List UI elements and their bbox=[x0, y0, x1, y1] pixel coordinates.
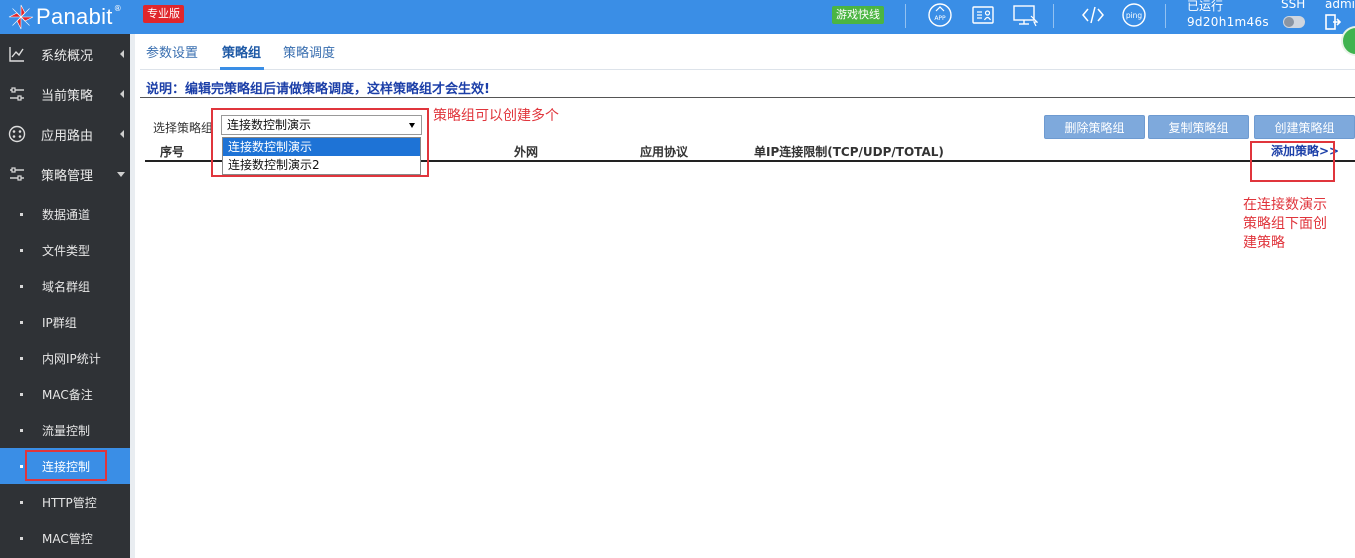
chevron-left-icon bbox=[120, 130, 124, 138]
panabit-logo-icon bbox=[8, 4, 34, 30]
sidebar-item-app-routing[interactable]: 应用路由 bbox=[0, 114, 130, 154]
sidebar-item-label: 策略管理 bbox=[41, 168, 94, 184]
sidebar-subitem-lan-ip-stats[interactable]: 内网IP统计 bbox=[0, 340, 130, 376]
admin-username[interactable]: admin bbox=[1325, 0, 1355, 11]
sidebar-subitem-mac-notes[interactable]: MAC备注 bbox=[0, 376, 130, 412]
notice-divider bbox=[140, 97, 1355, 98]
chevron-down-icon bbox=[117, 172, 125, 177]
sidebar-divider bbox=[130, 34, 135, 558]
create-policy-group-button[interactable]: 创建策略组 bbox=[1254, 115, 1355, 139]
ssh-toggle[interactable] bbox=[1283, 16, 1305, 28]
toolbar-divider bbox=[1053, 4, 1054, 28]
chevron-left-icon bbox=[120, 90, 124, 98]
sidebar-item-label: 系统概况 bbox=[41, 48, 94, 64]
active-tab-indicator bbox=[220, 67, 264, 70]
annotation-dropdown-note: 策略组可以创建多个 bbox=[433, 108, 559, 124]
column-header-seq: 序号 bbox=[160, 145, 185, 159]
sidebar-subitem-ip-group[interactable]: IP群组 bbox=[0, 304, 130, 340]
annotation-line: 策略组下面创 bbox=[1243, 216, 1327, 232]
add-policy-link[interactable]: 添加策略>> bbox=[1271, 142, 1339, 159]
annotation-line: 建策略 bbox=[1243, 235, 1285, 251]
edition-badge: 专业版 bbox=[143, 5, 184, 23]
uptime-label: 已运行 bbox=[1187, 0, 1224, 13]
game-express-badge[interactable]: 游戏快线 bbox=[832, 6, 884, 24]
column-header-wan: 外网 bbox=[514, 145, 539, 159]
tab-parameter-settings[interactable]: 参数设置 bbox=[146, 42, 198, 61]
sidebar-item-system-overview[interactable]: 系统概况 bbox=[0, 34, 130, 74]
sidebar-subitem-connection-control[interactable]: 连接控制 bbox=[0, 448, 130, 484]
logo-registered-mark: ® bbox=[113, 3, 122, 13]
logo[interactable]: Panabit ® bbox=[8, 2, 122, 32]
column-header-protocol: 应用协议 bbox=[640, 145, 689, 159]
copy-policy-group-button[interactable]: 复制策略组 bbox=[1148, 115, 1249, 139]
route-icon bbox=[8, 125, 26, 143]
sidebar-subitem-http-control[interactable]: HTTP管控 bbox=[0, 484, 130, 520]
uptime-value: 9d20h1m46s bbox=[1187, 15, 1269, 29]
top-bar: Panabit ® 专业版 游戏快线 APP ping 已运行 9d20h1m4… bbox=[0, 0, 1355, 34]
toolbar-divider bbox=[1165, 4, 1166, 28]
chevron-left-icon bbox=[120, 50, 124, 58]
monitor-icon[interactable] bbox=[1012, 2, 1038, 28]
notice-text: 说明：编辑完策略组后请做策略调度，这样策略组才会生效! bbox=[146, 82, 490, 97]
sidebar: 系统概况 当前策略 应用路由 策略管理 数据通道 文件类型 域名群组 IP群组 … bbox=[0, 34, 130, 558]
policy-group-label: 选择策略组 bbox=[153, 121, 214, 135]
policy-group-dropdown: 连接数控制演示 连接数控制演示2 bbox=[222, 137, 421, 175]
column-header-connection-limit: 单IP连接限制(TCP/UDP/TOTAL) bbox=[754, 145, 944, 159]
policy-group-select[interactable]: 连接数控制演示 bbox=[221, 115, 422, 135]
delete-policy-group-button[interactable]: 删除策略组 bbox=[1044, 115, 1145, 139]
policy-group-option[interactable]: 连接数控制演示 bbox=[223, 138, 420, 156]
sidebar-item-current-policy[interactable]: 当前策略 bbox=[0, 74, 130, 114]
ping-icon-label: ping bbox=[1126, 11, 1143, 20]
app-icon[interactable]: APP bbox=[927, 2, 953, 28]
toolbar-divider bbox=[905, 4, 906, 28]
sidebar-subitem-traffic-control[interactable]: 流量控制 bbox=[0, 412, 130, 448]
chart-icon bbox=[9, 47, 24, 62]
tab-policy-schedule[interactable]: 策略调度 bbox=[283, 42, 335, 61]
sidebar-item-label: 应用路由 bbox=[41, 128, 94, 144]
policy-icon bbox=[10, 167, 24, 181]
ping-icon[interactable]: ping bbox=[1121, 2, 1147, 28]
annotation-line: 在连接数演示 bbox=[1243, 197, 1327, 213]
ssh-label: SSH bbox=[1281, 0, 1306, 11]
policy-group-option[interactable]: 连接数控制演示2 bbox=[223, 156, 420, 174]
sidebar-item-label: 当前策略 bbox=[41, 88, 94, 104]
sidebar-subitem-domain-group[interactable]: 域名群组 bbox=[0, 268, 130, 304]
report-icon[interactable] bbox=[970, 2, 996, 28]
sliders-icon bbox=[10, 87, 24, 101]
tab-bar-divider bbox=[140, 69, 1355, 70]
logo-text: Panabit bbox=[36, 4, 113, 29]
app-icon-label: APP bbox=[934, 15, 946, 22]
caret-down-icon bbox=[409, 123, 415, 128]
sidebar-subitem-mac-control[interactable]: MAC管控 bbox=[0, 520, 130, 556]
annotation-add-policy-note: 在连接数演示 策略组下面创 建策略 bbox=[1243, 196, 1327, 253]
policy-submenu: 数据通道 文件类型 域名群组 IP群组 内网IP统计 MAC备注 流量控制 连接… bbox=[0, 194, 130, 556]
logout-icon[interactable] bbox=[1325, 14, 1341, 30]
tab-policy-group[interactable]: 策略组 bbox=[222, 42, 261, 61]
sidebar-subitem-data-channel[interactable]: 数据通道 bbox=[0, 196, 130, 232]
sidebar-subitem-file-type[interactable]: 文件类型 bbox=[0, 232, 130, 268]
code-icon[interactable] bbox=[1080, 2, 1106, 28]
policy-group-select-value: 连接数控制演示 bbox=[227, 118, 312, 132]
sidebar-item-policy-management[interactable]: 策略管理 bbox=[0, 154, 130, 194]
